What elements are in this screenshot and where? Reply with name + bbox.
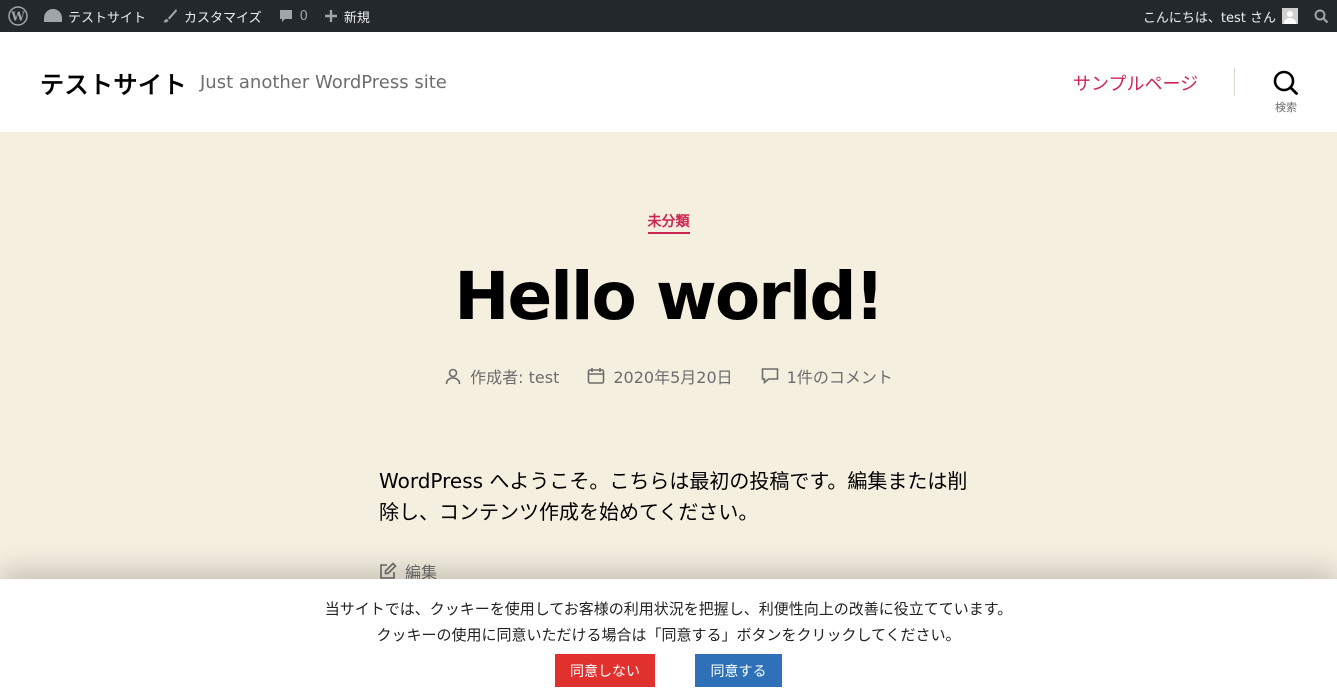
search-icon	[1273, 70, 1298, 95]
admin-bar-right: こんにちは、test さん	[1135, 0, 1337, 32]
avatar	[1282, 8, 1298, 24]
post-title: Hello world!	[454, 258, 884, 335]
date-link[interactable]: 2020年5月20日	[613, 364, 732, 388]
nav-divider	[1234, 68, 1235, 96]
admin-bar-left: W テストサイト カスタマイズ 0 新規	[0, 0, 378, 32]
comment-icon	[761, 368, 778, 385]
comment-icon	[279, 10, 292, 22]
plus-icon	[324, 10, 337, 22]
svg-text:W: W	[10, 10, 25, 24]
search-toggle-button[interactable]: 検索	[1262, 70, 1310, 118]
comments-link[interactable]: 1件のコメント	[787, 364, 893, 388]
category-link[interactable]: 未分類	[647, 214, 690, 234]
post-date: 2020年5月20日	[587, 364, 733, 388]
author-link[interactable]: 作成者: test	[470, 364, 559, 388]
cookie-consent-banner: 当サイトでは、クッキーを使用してお客様の利用状況を把握し、利便性向上の改善に役立…	[0, 579, 1337, 700]
cookie-message-line-2: クッキーの使用に同意いただける場合は「同意する」ボタンをクリックしてください。	[376, 626, 961, 644]
brush-icon	[164, 9, 178, 23]
cookie-message: 当サイトでは、クッキーを使用してお客様の利用状況を把握し、利便性向上の改善に役立…	[0, 579, 1337, 648]
accept-cookies-button[interactable]: 同意する	[695, 654, 782, 687]
admin-bar-new[interactable]: 新規	[316, 0, 378, 32]
post-meta: 作成者: test 2020年5月20日 1件のコメント	[0, 364, 1337, 388]
dashboard-icon	[44, 8, 62, 22]
entry-categories: 未分類	[0, 211, 1337, 234]
cookie-message-line-1: 当サイトでは、クッキーを使用してお客様の利用状況を把握し、利便性向上の改善に役立…	[324, 600, 1013, 618]
admin-bar-customize[interactable]: カスタマイズ	[154, 0, 270, 32]
greeting-label: こんにちは、test さん	[1142, 10, 1276, 26]
admin-bar-site-name[interactable]: テストサイト	[36, 0, 154, 32]
wordpress-logo-menu[interactable]: W	[0, 0, 36, 32]
post-comments: 1件のコメント	[761, 364, 893, 388]
admin-bar-account[interactable]: こんにちは、test さん	[1135, 0, 1306, 32]
site-tagline: Just another WordPress site	[200, 72, 447, 93]
admin-bar-comments[interactable]: 0	[270, 0, 316, 32]
cookie-buttons: 同意しない 同意する	[0, 654, 1337, 687]
calendar-icon	[588, 368, 605, 384]
admin-bar: W テストサイト カスタマイズ 0 新規 こんにちは、test さん	[0, 0, 1337, 32]
post-author: 作成者: test	[444, 364, 559, 388]
customize-label: カスタマイズ	[184, 10, 262, 26]
decline-cookies-button[interactable]: 同意しない	[555, 654, 655, 687]
admin-bar-search[interactable]	[1306, 0, 1337, 32]
nav-item-sample-page[interactable]: サンプルページ	[1073, 70, 1198, 96]
site-header: テストサイト Just another WordPress site サンプルペ…	[0, 32, 1337, 132]
search-toggle-label: 検索	[1275, 101, 1297, 114]
edit-icon	[380, 562, 397, 579]
search-icon	[1314, 9, 1329, 23]
wordpress-icon: W	[8, 6, 28, 26]
site-name-label: テストサイト	[68, 10, 147, 26]
post-content: WordPress へようこそ。こちらは最初の投稿です。編集または削除し、コンテ…	[379, 469, 968, 524]
site-title[interactable]: テストサイト	[40, 65, 187, 100]
comments-count: 0	[299, 8, 308, 24]
new-label: 新規	[343, 10, 370, 26]
user-icon	[445, 368, 461, 385]
